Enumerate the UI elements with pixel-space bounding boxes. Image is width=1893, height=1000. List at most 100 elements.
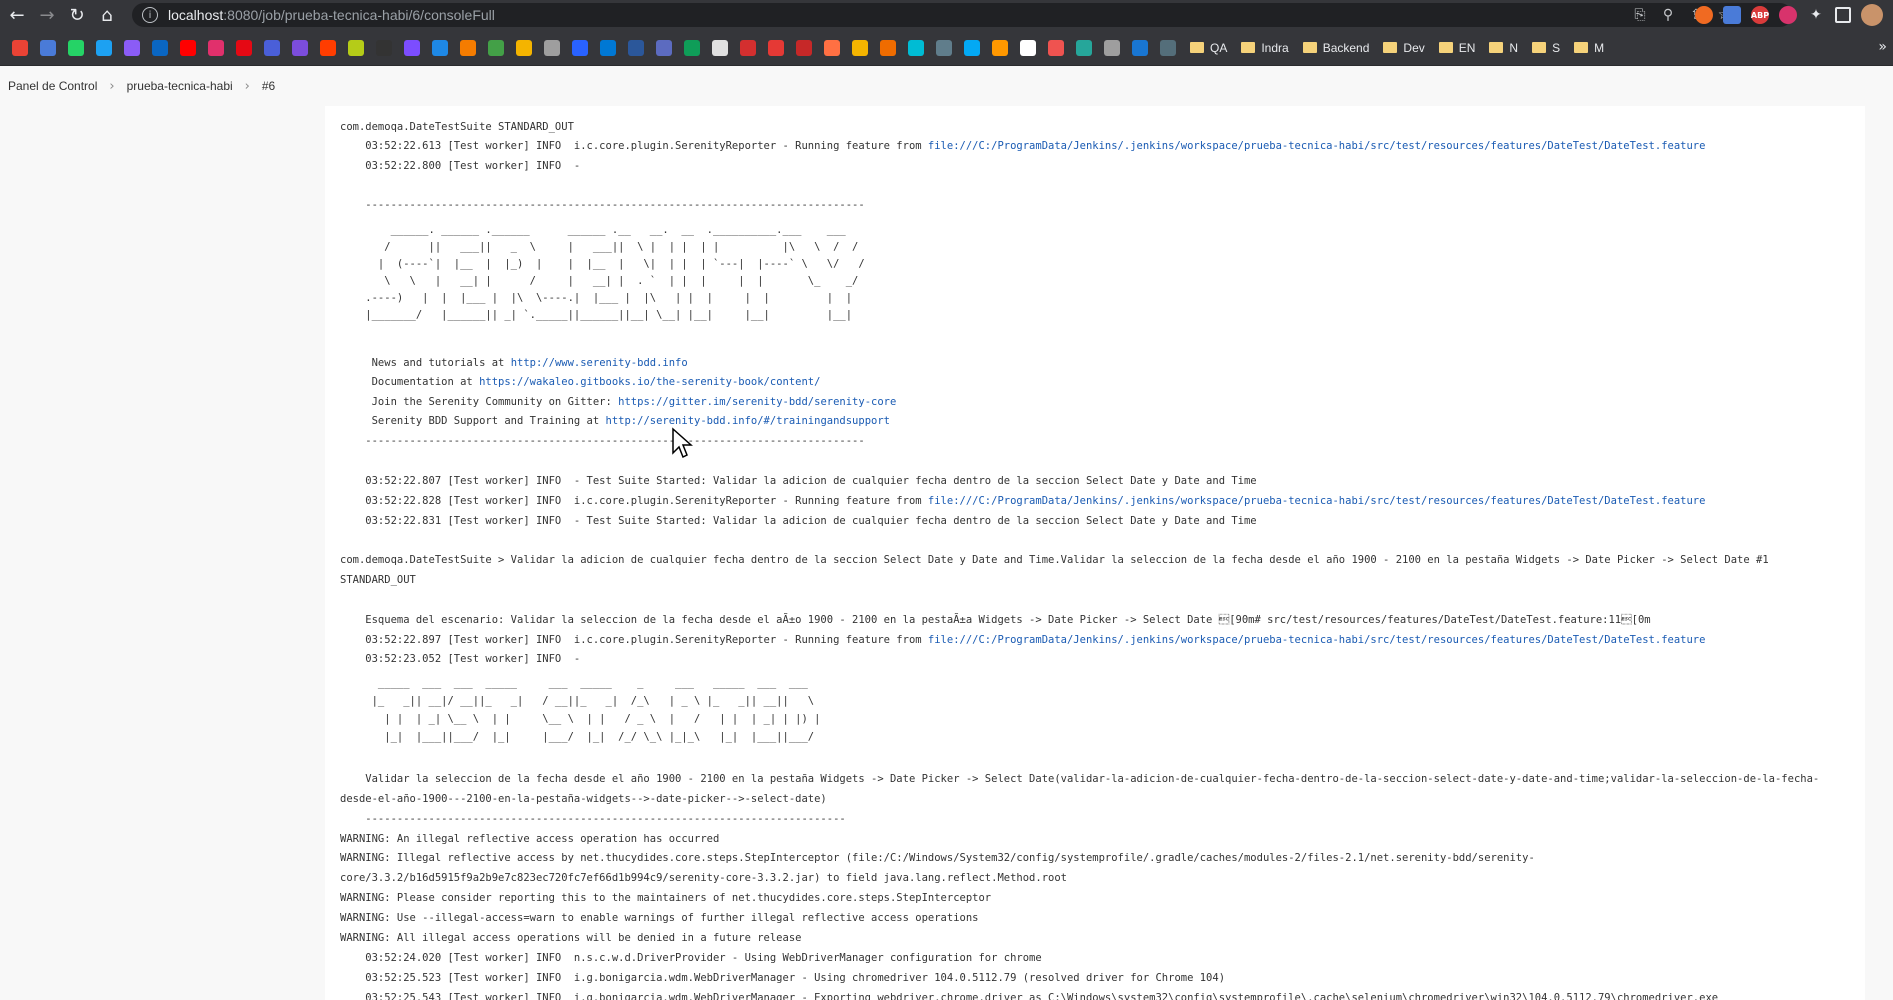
ascii-banner-line: ______. ______ .______ ______ .__ __. __…	[340, 224, 846, 236]
bookmark-favicon-icon[interactable]	[908, 39, 924, 56]
forward-icon[interactable]: →	[34, 2, 60, 28]
bookmarks-bar: QA Indra Backend Dev EN N S M »	[0, 30, 1893, 66]
home-icon[interactable]: ⌂	[94, 2, 120, 28]
bookmark-favicon-icon[interactable]	[320, 39, 336, 56]
bookmark-favicon-icon[interactable]	[124, 39, 140, 56]
bookmark-favicon-icon[interactable]	[628, 39, 644, 56]
console-line: 03:52:22.897 [Test worker] INFO i.c.core…	[340, 633, 1705, 647]
bookmark-favicon-icon[interactable]	[96, 39, 112, 56]
site-info-icon[interactable]: i	[142, 7, 158, 23]
bookmark-favicon-icon[interactable]	[796, 39, 812, 56]
bookmarks-overflow-icon[interactable]: »	[1878, 39, 1887, 55]
back-icon[interactable]: ←	[4, 2, 30, 28]
bookmark-favicon-icon[interactable]	[376, 39, 392, 56]
bookmark-favicon-icon[interactable]	[684, 39, 700, 56]
bookmark-favicon-icon[interactable]	[348, 39, 364, 56]
bookmark-folder[interactable]: S	[1532, 41, 1560, 55]
bookmark-favicon-icon[interactable]	[432, 39, 448, 56]
reload-icon[interactable]: ↻	[64, 2, 90, 28]
console-line: Join the Serenity Community on Gitter: h…	[340, 395, 897, 409]
console-text: 03:52:22.613 [Test worker] INFO i.c.core…	[340, 140, 928, 152]
bookmark-favicon-icon[interactable]	[236, 39, 252, 56]
breadcrumb-dashboard[interactable]: Panel de Control	[8, 79, 97, 93]
bookmark-favicon-icon[interactable]	[712, 39, 728, 56]
bookmark-favicon-icon[interactable]	[600, 39, 616, 56]
bookmark-favicon-icon[interactable]	[292, 39, 308, 56]
bookmark-folder[interactable]: Dev	[1383, 41, 1425, 55]
bookmark-favicon-icon[interactable]	[1048, 39, 1064, 56]
console-line: 03:52:22.831 [Test worker] INFO - Test S…	[340, 515, 1257, 527]
translate-extension-icon[interactable]	[1723, 6, 1741, 24]
console-line: com.demoqa.DateTestSuite > Validar la ad…	[340, 554, 1769, 566]
bookmark-favicon-icon[interactable]	[264, 39, 280, 56]
feature-file-link[interactable]: file:///C:/ProgramData/Jenkins/.jenkins/…	[928, 495, 1706, 507]
translate-icon[interactable]: ⎘	[1632, 7, 1648, 23]
puzzle-icon[interactable]: ✦	[1807, 6, 1825, 24]
console-line: 03:52:22.613 [Test worker] INFO i.c.core…	[340, 139, 1705, 153]
bookmark-favicon-icon[interactable]	[992, 39, 1008, 56]
feature-file-link[interactable]: file:///C:/ProgramData/Jenkins/.jenkins/…	[928, 140, 1706, 152]
bookmark-favicon-icon[interactable]	[40, 39, 56, 56]
bookmark-favicon-icon[interactable]	[1020, 39, 1036, 56]
bookmark-folder[interactable]: QA	[1190, 41, 1227, 55]
bookmark-favicon-icon[interactable]	[544, 39, 560, 56]
bookmark-favicon-icon[interactable]	[1160, 39, 1176, 56]
ascii-banner-line: | | | _| \__ \ | | \__ \ | | / _ \ | / |…	[340, 713, 821, 725]
profile-avatar[interactable]	[1861, 4, 1883, 26]
console-line: 03:52:22.828 [Test worker] INFO i.c.core…	[340, 494, 1705, 508]
breadcrumb-build[interactable]: #6	[262, 79, 275, 93]
bookmark-favicon-icon[interactable]	[740, 39, 756, 56]
adblock-extension-icon[interactable]: ABP	[1751, 6, 1769, 24]
bookmark-favicon-icon[interactable]	[208, 39, 224, 56]
bookmark-favicon-icon[interactable]	[852, 39, 868, 56]
console-line: desde-el-año-1900---2100-en-la-pestaña-w…	[340, 793, 827, 805]
documentation-link[interactable]: https://wakaleo.gitbooks.io/the-serenity…	[479, 376, 820, 388]
bookmark-favicon-icon[interactable]	[152, 39, 168, 56]
bookmark-favicon-icon[interactable]	[768, 39, 784, 56]
feature-file-link[interactable]: file:///C:/ProgramData/Jenkins/.jenkins/…	[928, 634, 1706, 646]
serenity-site-link[interactable]: http://www.serenity-bdd.info	[511, 357, 688, 369]
bookmark-favicon-icon[interactable]	[488, 39, 504, 56]
address-bar[interactable]: i localhost:8080/job/prueba-tecnica-habi…	[132, 3, 1792, 27]
bookmark-favicon-icon[interactable]	[936, 39, 952, 56]
bookmark-folder[interactable]: EN	[1438, 41, 1475, 55]
bookmark-favicon-icon[interactable]	[964, 39, 980, 56]
bookmark-favicon-icon[interactable]	[12, 39, 28, 56]
bookmark-favicon-icon[interactable]	[180, 39, 196, 56]
folder-icon	[1489, 42, 1504, 53]
bookmark-favicon-icon[interactable]	[68, 39, 84, 56]
bookmark-folder[interactable]: Indra	[1241, 41, 1289, 55]
folder-icon	[1241, 42, 1256, 53]
console-line: 03:52:25.523 [Test worker] INFO i.g.boni…	[340, 972, 1226, 984]
bookmark-favicon-icon[interactable]	[516, 39, 532, 56]
url-host: localhost	[168, 7, 224, 23]
warning-line: WARNING: All illegal access operations w…	[340, 932, 802, 944]
console-text: Serenity BDD Support and Training at	[340, 415, 606, 427]
bookmark-favicon-icon[interactable]	[1132, 39, 1148, 56]
console-line: News and tutorials at http://www.serenit…	[340, 356, 688, 370]
pink-extension-icon[interactable]	[1779, 6, 1797, 24]
bookmark-folder[interactable]: M	[1574, 41, 1604, 55]
bookmark-folder[interactable]: N	[1489, 41, 1518, 55]
bookmark-favicon-icon[interactable]	[1076, 39, 1092, 56]
right-gutter	[1865, 106, 1893, 1000]
breadcrumb: Panel de Control › prueba-tecnica-habi ›…	[0, 66, 1893, 106]
training-link[interactable]: http://serenity-bdd.info/#/trainingandsu…	[606, 415, 890, 427]
bookmark-favicon-icon[interactable]	[1104, 39, 1120, 56]
bookmark-favicon-icon[interactable]	[404, 39, 420, 56]
url-text[interactable]: localhost:8080/job/prueba-tecnica-habi/6…	[168, 7, 495, 23]
bookmark-folder[interactable]: Backend	[1302, 41, 1369, 55]
bookmark-favicon-icon[interactable]	[880, 39, 896, 56]
console-line: Esquema del escenario: Validar la selecc…	[340, 614, 1651, 626]
bookmark-favicon-icon[interactable]	[656, 39, 672, 56]
console-line: com.demoqa.DateTestSuite STANDARD_OUT	[340, 121, 574, 133]
chevron-right-icon: ›	[244, 78, 250, 94]
gitter-link[interactable]: https://gitter.im/serenity-bdd/serenity-…	[618, 396, 896, 408]
bookmark-favicon-icon[interactable]	[824, 39, 840, 56]
breadcrumb-job[interactable]: prueba-tecnica-habi	[127, 79, 233, 93]
bookmark-favicon-icon[interactable]	[572, 39, 588, 56]
zoom-icon[interactable]: ⚲	[1660, 7, 1676, 23]
sidebar-icon[interactable]	[1835, 7, 1851, 23]
rss-extension-icon[interactable]	[1695, 6, 1713, 24]
bookmark-favicon-icon[interactable]	[460, 39, 476, 56]
